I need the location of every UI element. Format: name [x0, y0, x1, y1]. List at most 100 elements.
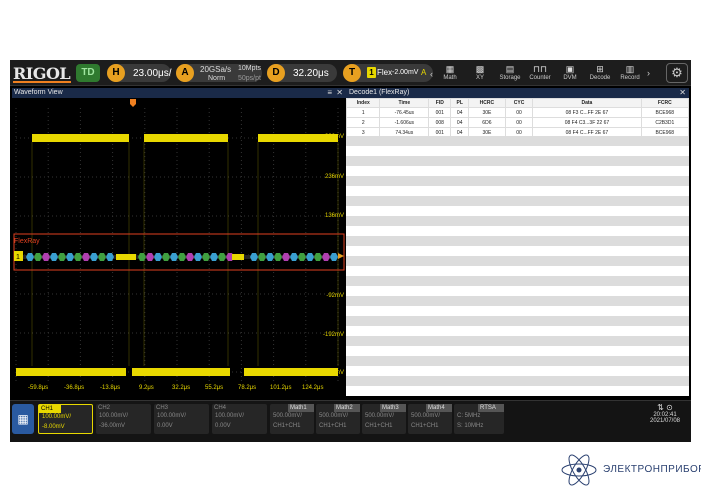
waveform-menu-icon[interactable]: ≡ [327, 88, 332, 98]
tool-xy-button[interactable]: ▩ XY [467, 63, 493, 84]
tool-decode-button[interactable]: ⊞ Decode [587, 63, 613, 84]
empty-row [346, 176, 689, 186]
empty-row [346, 146, 689, 156]
tool-math-button[interactable]: ▦ Math [437, 63, 463, 84]
y-label-0: 336mV [324, 134, 344, 140]
decode-icon: ⊞ [596, 64, 604, 74]
ch2-name: CH2 [98, 405, 111, 411]
math4-scale: 500.00mV/ [411, 413, 441, 419]
ch1-name: CH1 [39, 405, 61, 413]
top-status-bar: RIGOL TD H 23.00μs/ A 20GSa/s Norm 10Mpt… [10, 60, 691, 86]
cell: -76.45us [379, 107, 430, 118]
math3-box[interactable]: Math3 500.00mV/ CH1+CH1 [362, 404, 406, 434]
decode-hex-cell [34, 253, 42, 261]
ch2-scale: 100.00mV/ [99, 413, 129, 419]
math3-scale: 500.00mV/ [365, 413, 395, 419]
memory-sub: 50ps/pt [238, 75, 261, 82]
decode-hex-cell [146, 253, 154, 261]
empty-row [346, 336, 689, 346]
ch1-box[interactable]: CH1 100.00mV/ -8.00mV [38, 404, 93, 434]
math1-name: Math1 [288, 404, 314, 412]
ch4-box[interactable]: CH4 100.00mV/ 0.00V [212, 404, 267, 434]
empty-row [346, 206, 689, 216]
decode-hex-cell [154, 253, 162, 261]
tool-scroll-left-icon[interactable]: ‹ [430, 69, 433, 79]
settings-gear-icon[interactable]: ⚙ [666, 63, 688, 83]
cell: 00 [504, 107, 534, 118]
col-time[interactable]: Time [379, 98, 430, 108]
y-label-4: -192mV [322, 332, 344, 338]
col-pl[interactable]: PL [450, 98, 469, 108]
ch4-offset: 0.00V [215, 423, 231, 429]
decode-close-icon[interactable]: ✕ [679, 88, 686, 98]
storage-icon: ▤ [505, 64, 515, 74]
math-icon: ▦ [445, 64, 455, 74]
x-label-5: 55.2μs [205, 385, 224, 391]
decode-region-box [13, 233, 345, 271]
col-fcrc[interactable]: FCRC [640, 98, 690, 108]
trigger-position-marker [130, 99, 136, 107]
decode-hex-cell [322, 253, 330, 261]
memory-depth: 10Mpts [238, 65, 261, 72]
tool-scroll-right-icon[interactable]: › [647, 68, 650, 78]
waveform-plot[interactable]: 1 FlexRay 336mV 236mV 136mV -92mV -192mV… [12, 98, 346, 396]
empty-row [346, 386, 689, 396]
record-icon: ▥ [625, 64, 635, 74]
decode-hex-cell [90, 253, 98, 261]
ch1-trace-bottom [16, 368, 338, 376]
math1-box[interactable]: Math1 500.00mV/ CH1+CH1 [270, 404, 314, 434]
decode-bus-hex-cells [26, 253, 338, 261]
empty-row [346, 216, 689, 226]
cell: 00 [504, 117, 534, 128]
ch3-box[interactable]: CH3 100.00mV/ 0.00V [154, 404, 209, 434]
col-data[interactable]: Data [532, 98, 642, 108]
sample-rate: 20GSa/s [200, 65, 232, 74]
waveform-grid [15, 108, 339, 383]
main-menu-icon[interactable]: ▦ [12, 404, 34, 434]
decode-header: Decode1 (FlexRay) ✕ [346, 88, 689, 98]
decode-hex-cell [66, 253, 74, 261]
tool-record-button[interactable]: ▥ Record [617, 63, 643, 84]
tool-counter-button[interactable]: ⊓⊓ Counter [527, 63, 553, 84]
cell: BCE968 [640, 107, 690, 118]
col-index[interactable]: Index [345, 98, 381, 108]
acquire-icon: A [176, 64, 194, 82]
mode-td-button[interactable]: TD [76, 64, 100, 82]
ch2-box[interactable]: CH2 100.00mV/ -36.00mV [96, 404, 151, 434]
decode-hex-cell [106, 253, 114, 261]
x-label-6: 78.2μs [238, 385, 257, 391]
waveform-close-icon[interactable]: ✕ [336, 88, 343, 98]
decode-panel: Decode1 (FlexRay) ✕ Index Time FID PL HC… [345, 88, 690, 396]
rtsa-center: C: 5MHz [457, 413, 481, 419]
trigger-flag: A [421, 68, 427, 77]
tool-dvm-button[interactable]: ▣ DVM [557, 63, 583, 84]
waveform-view-header: Waveform View ≡ ✕ [12, 88, 346, 98]
x-label-7: 101.2μs [270, 385, 292, 391]
rtsa-box[interactable]: RTSA C: 5MHz S: 10MHz [454, 404, 504, 434]
empty-row [346, 156, 689, 166]
math4-box[interactable]: Math4 500.00mV/ CH1+CH1 [408, 404, 452, 434]
col-fid[interactable]: FID [428, 98, 452, 108]
tool-storage-button[interactable]: ▤ Storage [497, 63, 523, 84]
decode-table: Index Time FID PL HCRC CYC Data FCRC 1 -… [345, 98, 690, 138]
timebase-value: 23.00μs/ [133, 68, 172, 79]
math2-box[interactable]: Math2 500.00mV/ CH1+CH1 [316, 404, 360, 434]
tool-decode-label: Decode [589, 75, 611, 81]
decode-hex-cell [314, 253, 322, 261]
tool-storage-label: Storage [499, 75, 521, 81]
empty-row [346, 136, 689, 146]
decode-hex-cell [250, 253, 258, 261]
bottom-channel-bar: ▦ CH1 100.00mV/ -8.00mV CH2 100.00mV/ -3… [10, 400, 691, 442]
decode-hex-cell [202, 253, 210, 261]
col-hcrc[interactable]: HCRC [468, 98, 506, 108]
decode-hex-cell [26, 253, 34, 261]
col-cyc[interactable]: CYC [504, 98, 534, 108]
tool-record-label: Record [620, 75, 640, 81]
table-row[interactable]: 1 -76.45us 001 04 30E 00 08 F3 C...FF 2E… [345, 107, 690, 118]
counter-icon: ⊓⊓ [532, 64, 548, 74]
decode-hex-cell [298, 253, 306, 261]
decode-hex-cell [170, 253, 178, 261]
table-row[interactable]: 2 -1.606us 008 04 6D6 00 08 F4 C3...3F 2… [345, 117, 690, 128]
decode-hex-cell [138, 253, 146, 261]
cell: 30E [468, 107, 506, 118]
